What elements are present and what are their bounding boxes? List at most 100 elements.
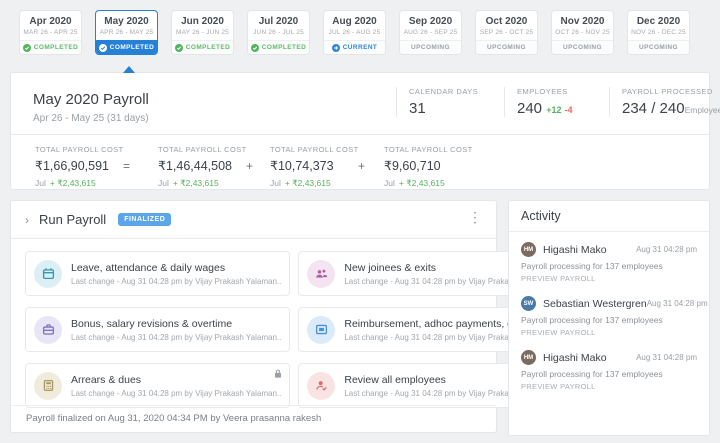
avatar: HM xyxy=(521,242,536,257)
tab-oct-2020[interactable]: Oct 2020 SEP 26 - OCT 25 UPCOMING xyxy=(475,10,538,55)
tab-status-badge: UPCOMING xyxy=(400,40,461,54)
payroll-period: Apr 26 - May 25 (31 days) xyxy=(33,113,149,124)
tab-month-label: Apr 2020 xyxy=(20,16,81,27)
cost-month: Jul xyxy=(158,178,169,188)
tab-status-badge: CURRENT xyxy=(324,40,385,54)
cost-component-2: TOTAL PAYROLL COST ₹10,74,373 Jul+ ₹2,43… xyxy=(270,145,358,189)
stat-payroll-processed: PAYROLL PROCESSED 234 / 240Employees xyxy=(609,87,720,117)
payment-card-icon xyxy=(307,316,335,344)
tab-status-label: UPCOMING xyxy=(639,44,678,51)
arrow-circle-icon xyxy=(332,44,340,52)
activity-item[interactable]: HM Higashi Mako Aug 31 04:28 pm Payroll … xyxy=(521,350,697,391)
task-title: Arrears & dues xyxy=(71,374,281,386)
task-text: Bonus, salary revisions & overtime Last … xyxy=(71,318,281,342)
stat-value: 234 / 240Employees xyxy=(622,100,720,117)
task-title-text: New joinees & exits xyxy=(344,262,436,274)
employees-removed: -4 xyxy=(564,105,572,115)
tab-status-badge: UPCOMING xyxy=(552,40,613,54)
tab-aug-2020[interactable]: Aug 2020 JUL 26 - AUG 25 CURRENT xyxy=(323,10,386,55)
tab-status-label: UPCOMING xyxy=(411,44,450,51)
task-title-text: Review all employees xyxy=(344,374,446,386)
activity-description: Payroll processing for 137 employees xyxy=(521,315,697,325)
check-circle-icon xyxy=(251,44,259,52)
cost-label: TOTAL PAYROLL COST xyxy=(384,145,472,154)
payroll-task-cards: Leave, attendance & daily wages Last cha… xyxy=(11,238,496,408)
cost-component-3: TOTAL PAYROLL COST ₹9,60,710 Jul+ ₹2,43,… xyxy=(384,145,472,189)
activity-item[interactable]: HM Higashi Mako Aug 31 04:28 pm Payroll … xyxy=(521,242,697,283)
chevron-right-icon[interactable]: › xyxy=(25,213,29,227)
card-arrears-dues[interactable]: Arrears & dues Last change - Aug 31 04:2… xyxy=(25,363,290,408)
tab-date-range: NOV 26 - DEC 25 xyxy=(628,29,689,36)
tab-apr-2020[interactable]: Apr 2020 MAR 26 - APR 25 COMPLETED xyxy=(19,10,82,55)
tab-may-2020[interactable]: May 2020 APR 26 - MAY 25 COMPLETED xyxy=(95,10,158,55)
activity-type: PREVIEW PAYROLL xyxy=(521,274,697,283)
run-payroll-header: › Run Payroll FINALIZED ⋮ xyxy=(11,201,496,238)
summary-stats: CALENDAR DAYS 31 EMPLOYEES 240 +12-4 PAY… xyxy=(396,87,720,117)
cost-delta-row: Jul + ₹2,43,615 xyxy=(158,178,246,189)
activity-description: Payroll processing for 137 employees xyxy=(521,261,697,271)
task-last-change: Last change - Aug 31 04:28 pm by Vijay P… xyxy=(71,333,281,342)
tab-date-range: OCT 26 - NOV 25 xyxy=(552,29,613,36)
tab-dec-2020[interactable]: Dec 2020 NOV 26 - DEC 25 UPCOMING xyxy=(627,10,690,55)
cost-label: TOTAL PAYROLL COST xyxy=(35,145,123,154)
processed-suffix: Employees xyxy=(685,105,720,115)
tab-nov-2020[interactable]: Nov 2020 OCT 26 - NOV 25 UPCOMING xyxy=(551,10,614,55)
processed-count: 234 / 240 xyxy=(622,100,685,117)
tab-jul-2020[interactable]: Jul 2020 JUN 26 - JUL 25 COMPLETED xyxy=(247,10,310,55)
tab-status-label: CURRENT xyxy=(343,44,378,51)
kebab-menu-icon[interactable]: ⋮ xyxy=(468,209,482,226)
plus-operator: + xyxy=(246,159,270,173)
avatar: HM xyxy=(521,350,536,365)
tab-jun-2020[interactable]: Jun 2020 MAY 26 - JUN 25 COMPLETED xyxy=(171,10,234,55)
card-leave-attendance[interactable]: Leave, attendance & daily wages Last cha… xyxy=(25,251,290,296)
payroll-summary-panel: May 2020 Payroll Apr 26 - May 25 (31 day… xyxy=(10,72,710,190)
tab-date-range: MAR 26 - APR 25 xyxy=(20,29,81,36)
tab-status-label: COMPLETED xyxy=(110,44,154,51)
tab-date-range: SEP 26 - OCT 25 xyxy=(476,29,537,36)
cost-month: Jul xyxy=(270,178,281,188)
task-title-text: Bonus, salary revisions & overtime xyxy=(71,318,232,330)
tab-status-badge: COMPLETED xyxy=(172,40,233,54)
task-title: Bonus, salary revisions & overtime xyxy=(71,318,281,330)
cost-delta-row: Jul+ ₹2,43,615 xyxy=(270,178,358,189)
payroll-cost-breakdown: TOTAL PAYROLL COST ₹1,66,90,591 Jul+ ₹2,… xyxy=(11,134,709,189)
tab-month-label: Jul 2020 xyxy=(248,16,309,27)
activity-item-header: SW Sebastian Westergren Aug 31 04:28 pm xyxy=(521,296,697,311)
avatar: SW xyxy=(521,296,536,311)
cost-label: TOTAL PAYROLL COST xyxy=(158,145,246,154)
tab-month-label: Sep 2020 xyxy=(400,16,461,27)
tab-month-label: Aug 2020 xyxy=(324,16,385,27)
run-payroll-title: Run Payroll xyxy=(39,212,106,227)
tab-status-label: COMPLETED xyxy=(186,44,230,51)
check-circle-icon xyxy=(175,44,183,52)
activity-user-name: Sebastian Westergren xyxy=(543,298,647,310)
employee-count: 240 xyxy=(517,100,542,117)
employees-added: +12 xyxy=(546,105,561,115)
activity-item-header: HM Higashi Mako Aug 31 04:28 pm xyxy=(521,350,697,365)
tab-status-label: UPCOMING xyxy=(487,44,526,51)
card-bonus-revisions[interactable]: Bonus, salary revisions & overtime Last … xyxy=(25,307,290,352)
cost-delta: + ₹2,43,615 xyxy=(399,178,445,188)
plus-operator: + xyxy=(358,159,384,173)
activity-type: PREVIEW PAYROLL xyxy=(521,382,697,391)
briefcase-icon xyxy=(34,316,62,344)
payroll-finalized-note: Payroll finalized on Aug 31, 2020 04:34 … xyxy=(11,405,496,432)
activity-title: Activity xyxy=(509,201,709,232)
activity-timestamp: Aug 31 04:28 pm xyxy=(636,245,697,254)
activity-item-header: HM Higashi Mako Aug 31 04:28 pm xyxy=(521,242,697,257)
stat-value: 240 +12-4 xyxy=(517,100,609,117)
tab-status-label: COMPLETED xyxy=(34,44,78,51)
tab-sep-2020[interactable]: Sep 2020 AUG 26 - SEP 25 UPCOMING xyxy=(399,10,462,55)
selected-tab-pointer xyxy=(123,66,135,73)
cost-delta: + ₹2,43,615 xyxy=(173,178,219,188)
tab-month-label: Oct 2020 xyxy=(476,16,537,27)
activity-user-name: Higashi Mako xyxy=(543,352,607,364)
stat-calendar-days: CALENDAR DAYS 31 xyxy=(396,87,504,117)
stat-value: 31 xyxy=(409,100,504,117)
tab-date-range: JUN 26 - JUL 25 xyxy=(248,29,309,36)
activity-item[interactable]: SW Sebastian Westergren Aug 31 04:28 pm … xyxy=(521,296,697,337)
finalized-badge: FINALIZED xyxy=(118,213,171,226)
tab-status-badge: UPCOMING xyxy=(628,40,689,54)
cost-delta-row: Jul+ ₹2,43,615 xyxy=(35,178,123,189)
tab-month-label: Jun 2020 xyxy=(172,16,233,27)
